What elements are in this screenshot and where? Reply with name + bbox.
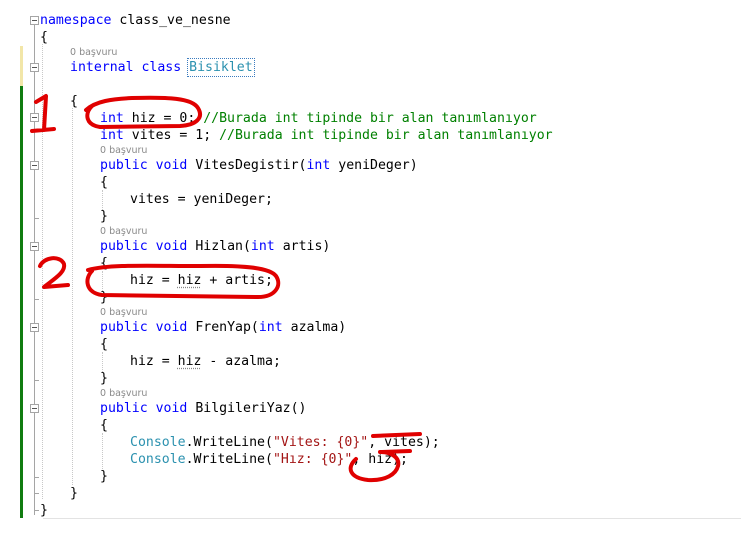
- annotation-underline-vites: [371, 432, 422, 438]
- annotation-stroke-hiz-argument: [380, 449, 412, 454]
- annotation-marker-2-strokes: [38, 256, 70, 289]
- annotation-circle-hiz-declaration: [84, 95, 202, 129]
- annotation-overlay: 1 2: [30, 94, 422, 483]
- annotation-circle-hiz-increase: [85, 263, 281, 299]
- annotation-circle-hiz-argument: [348, 450, 401, 483]
- annotation-marker-1-strokes: [30, 94, 56, 133]
